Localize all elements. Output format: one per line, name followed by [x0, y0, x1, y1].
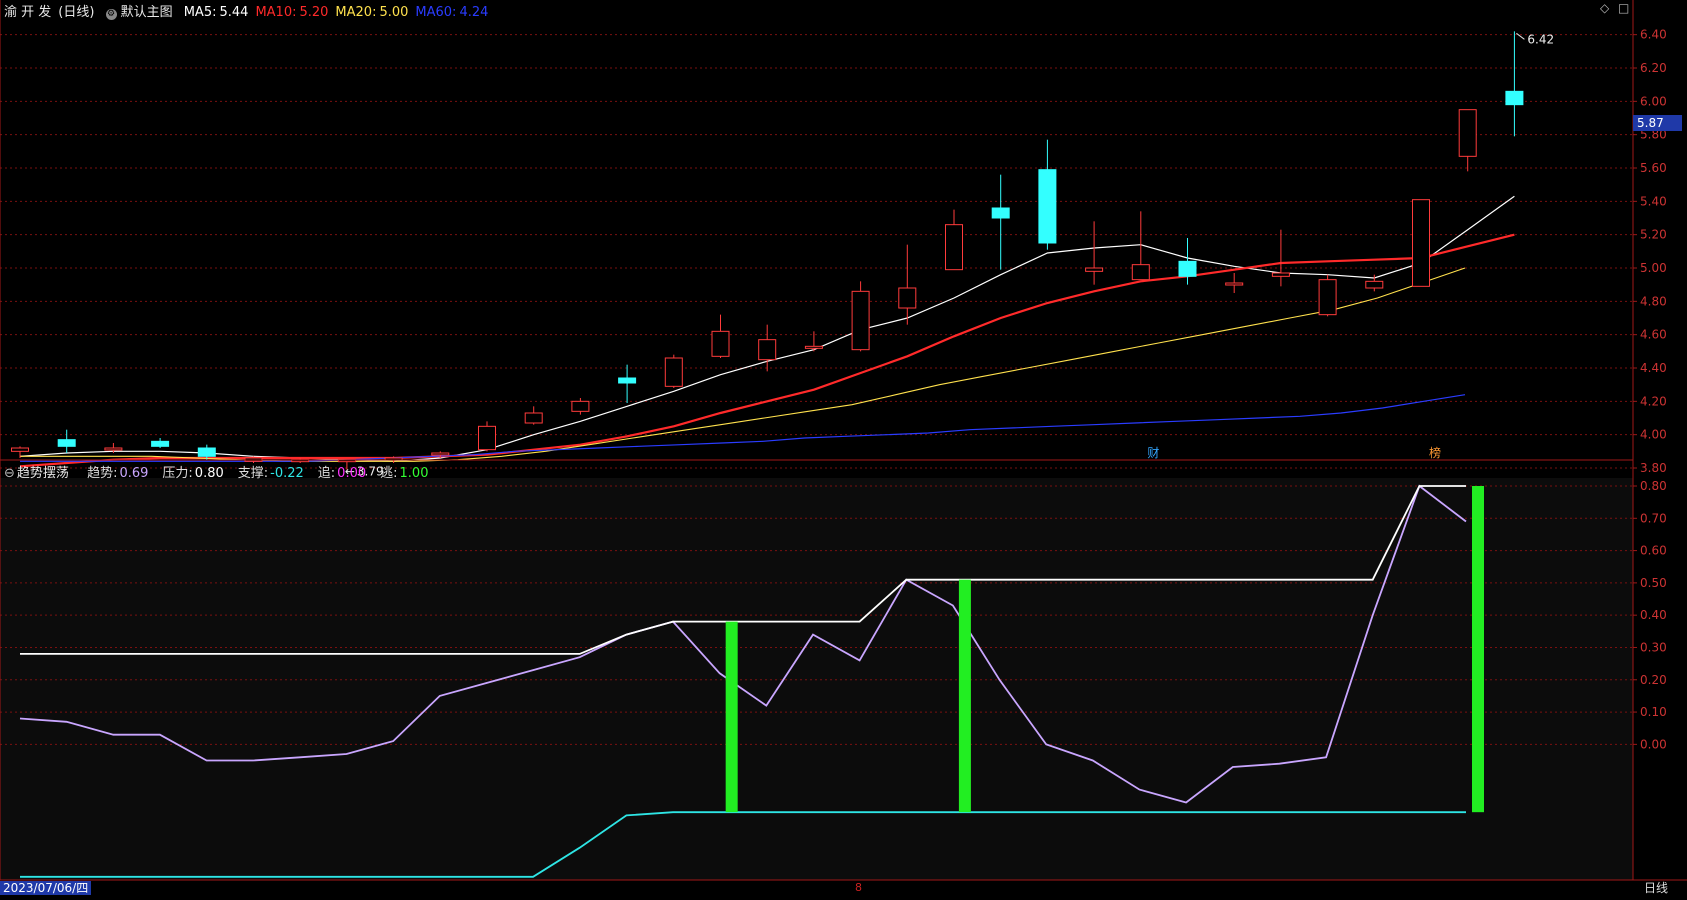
indicator-tick-label: 0.10: [1640, 705, 1667, 719]
event-marker-ranking[interactable]: 榜: [1429, 445, 1441, 460]
indicator-legend-item: 支撑: -0.22: [238, 466, 311, 481]
date-label: 2023/07/06/四: [0, 881, 92, 895]
ma-label: MA20:: [335, 5, 377, 20]
indicator-legend-item: 追: 0.00: [318, 466, 373, 481]
indicator-legend-item: 压力: 0.80: [162, 466, 230, 481]
event-marker-finance[interactable]: 财: [1147, 446, 1159, 460]
indicator-tick-label: 0.80: [1640, 479, 1667, 493]
stock-name: 渝 开 发: [4, 5, 52, 20]
indicator-tick-label: 0.40: [1640, 608, 1667, 622]
period-button[interactable]: 日线: [1644, 881, 1668, 895]
price-tick-label: 6.40: [1640, 28, 1667, 42]
indicator-legend-item: 逃: 1.00: [380, 466, 435, 481]
price-tick-label: 6.20: [1640, 61, 1667, 75]
current-price-label: 5.87: [1637, 116, 1664, 130]
escape-signal-bar: [958, 579, 971, 813]
ma-value: 4.24: [459, 5, 489, 20]
timeline-marker: 8: [855, 881, 862, 894]
indicator-tick-label: 0.50: [1640, 576, 1667, 590]
period-label: (日线): [58, 5, 95, 20]
ma-value: 5.20: [299, 5, 329, 20]
indicator-tick-label: 0.20: [1640, 673, 1667, 687]
indicator-value: 0.80: [194, 466, 224, 481]
indicator-value: 0.00: [337, 466, 367, 481]
candle: [851, 281, 870, 352]
price-tick-label: 3.80: [1640, 461, 1667, 475]
indicator-tick-label: 0.00: [1640, 737, 1667, 751]
indicator-panel-background: [0, 478, 1633, 880]
indicator-collapse-icon[interactable]: ⊖: [4, 466, 15, 481]
template-name[interactable]: 默认主图: [121, 5, 173, 20]
ma-label: MA5:: [183, 5, 217, 20]
ma-label: MA10:: [255, 5, 297, 20]
indicator-tick-label: 0.60: [1640, 544, 1667, 558]
ma-legend-item: MA60: 4.24: [415, 5, 488, 20]
price-tick-label: 4.80: [1640, 294, 1667, 308]
chart-canvas: 6.406.206.005.805.605.405.205.004.804.60…: [0, 0, 1687, 896]
price-tick-label: 5.60: [1640, 161, 1667, 175]
price-tick-label: 4.40: [1640, 361, 1667, 375]
indicator-legend: 趋势: 0.69 压力: 0.80 支撑: -0.22 追: 0.00 逃: 1.00: [87, 466, 442, 481]
candle: [664, 354, 683, 388]
ma-value: 5.00: [379, 5, 409, 20]
indicator-label: 支撑:: [237, 466, 269, 481]
indicator-label: 压力:: [162, 466, 193, 481]
high-price-marker: 6.42: [1527, 32, 1554, 46]
price-tick-label: 4.60: [1640, 328, 1667, 342]
price-tick-label: 4.20: [1640, 394, 1667, 408]
indicator-label: 趋势:: [87, 466, 118, 481]
indicator-value: -0.22: [270, 466, 304, 481]
price-tick-label: 5.40: [1640, 194, 1667, 208]
ma-value: 5.44: [219, 5, 249, 20]
settings-icon[interactable]: ⚙: [105, 9, 117, 20]
price-tick-label: 4.00: [1640, 428, 1667, 442]
indicator-value: 0.69: [119, 466, 149, 481]
ma-legend: MA5: 5.44 MA10: 5.20 MA20: 5.00 MA60: 4.24: [184, 5, 496, 20]
price-tick-label: 6.00: [1640, 94, 1667, 108]
ma-legend-item: MA10: 5.20: [255, 5, 328, 20]
diamond-icon[interactable]: ◇: [1600, 1, 1609, 15]
indicator-value: 1.00: [399, 466, 429, 481]
escape-signal-bar: [1472, 486, 1484, 813]
kline-chart[interactable]: 6.40 6.20 6.00 5.80 5.60 5.40 5.20 5.00 4.80 4.60…: [0, 0, 1687, 896]
price-tick-label: 5.00: [1640, 261, 1667, 275]
indicator-label: 追:: [317, 466, 336, 481]
ma-label: MA60:: [415, 5, 457, 20]
indicator-header: ⊖ 趋势摆荡 趋势: 0.69 压力: 0.80 支撑: -0.22 追: 0.00 逃: 1.00: [4, 462, 449, 481]
maximize-icon[interactable]: □: [1618, 1, 1629, 15]
indicator-label: 逃:: [380, 466, 398, 481]
candle: [478, 421, 496, 452]
main-chart-header: 渝 开 发 (日线) ⚙ 默认主图 MA5: 5.44 MA10: 5.20 MA20: 5.…: [4, 1, 502, 20]
indicator-name[interactable]: 趋势摆荡: [17, 466, 69, 481]
indicator-tick-label: 0.30: [1640, 640, 1667, 654]
indicator-legend-item: 趋势: 0.69: [87, 466, 155, 481]
price-tick-label: 5.20: [1640, 228, 1667, 242]
escape-signal-bar: [725, 621, 738, 813]
ma-legend-item: MA5: 5.44: [184, 5, 249, 20]
candle: [1412, 199, 1430, 287]
indicator-tick-label: 0.70: [1640, 511, 1667, 525]
ma-legend-item: MA20: 5.00: [335, 5, 408, 20]
candle: [1318, 274, 1337, 317]
